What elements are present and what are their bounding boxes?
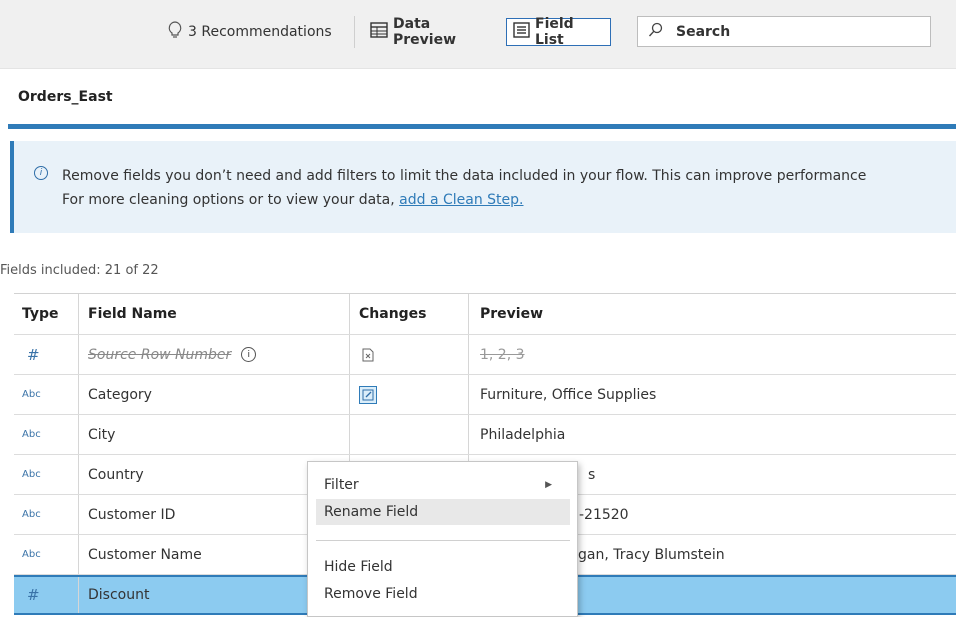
header-field-name[interactable]: Field Name bbox=[79, 294, 350, 334]
menu-item-filter[interactable]: Filter ▶ bbox=[316, 472, 570, 498]
field-list-label: Field List bbox=[535, 16, 574, 48]
field-list-button[interactable]: Field List bbox=[506, 16, 611, 48]
info-banner: i Remove fields you don’t need and add f… bbox=[10, 141, 956, 233]
search-icon bbox=[648, 22, 664, 42]
recommendations-label: 3 Recommendations bbox=[188, 24, 332, 40]
field-preview: 1, 2, 3 bbox=[480, 346, 525, 363]
field-name: Category bbox=[79, 375, 350, 414]
menu-item-rename-field[interactable]: Rename Field bbox=[316, 499, 570, 525]
info-text-line2: For more cleaning options or to view you… bbox=[62, 192, 523, 208]
table-row[interactable]: Abc City Philadelphia bbox=[14, 415, 956, 455]
number-type-icon: # bbox=[27, 586, 40, 604]
menu-item-hide-field[interactable]: Hide Field bbox=[316, 554, 570, 580]
field-name: Source Row Number bbox=[88, 346, 232, 363]
field-preview: gan, Tracy Blumstein bbox=[578, 546, 725, 563]
table-header-row: Type Field Name Changes Preview bbox=[14, 294, 956, 335]
lightbulb-icon bbox=[168, 21, 182, 43]
info-text-line1: Remove fields you don’t need and add fil… bbox=[62, 168, 867, 184]
data-preview-label: Data Preview bbox=[393, 16, 457, 48]
toolbar-divider bbox=[354, 16, 355, 48]
string-type-icon: Abc bbox=[22, 469, 41, 480]
header-preview[interactable]: Preview bbox=[469, 294, 956, 334]
string-type-icon: Abc bbox=[22, 549, 41, 560]
edit-change-icon[interactable] bbox=[359, 385, 377, 404]
field-preview: s bbox=[588, 466, 596, 483]
info-icon[interactable]: i bbox=[241, 347, 257, 362]
header-type[interactable]: Type bbox=[14, 294, 79, 334]
removed-change-icon[interactable] bbox=[359, 346, 377, 364]
string-type-icon: Abc bbox=[22, 429, 41, 440]
header-changes[interactable]: Changes bbox=[350, 294, 469, 334]
field-changes bbox=[350, 415, 469, 454]
menu-divider bbox=[316, 540, 570, 541]
add-clean-step-link[interactable]: add a Clean Step. bbox=[399, 192, 523, 208]
submenu-arrow-icon: ▶ bbox=[545, 480, 552, 490]
menu-item-label: Rename Field bbox=[324, 504, 419, 520]
menu-item-label: Hide Field bbox=[324, 559, 393, 575]
field-name: City bbox=[79, 415, 350, 454]
info-icon: i bbox=[34, 166, 48, 180]
step-title-bar: Orders_East bbox=[0, 68, 956, 125]
field-preview: Philadelphia bbox=[480, 426, 566, 443]
number-type-icon: # bbox=[27, 345, 40, 364]
field-preview: Furniture, Office Supplies bbox=[480, 386, 657, 403]
fields-included-count: Fields included: 21 of 22 bbox=[0, 263, 159, 278]
table-row[interactable]: # Source Row Number i 1, 2, 3 bbox=[14, 335, 956, 375]
table-row[interactable]: Abc Category Furniture, Office Supplies bbox=[14, 375, 956, 415]
menu-item-label: Filter bbox=[324, 477, 359, 493]
search-placeholder: Search bbox=[676, 23, 731, 40]
title-accent-line bbox=[8, 124, 956, 129]
string-type-icon: Abc bbox=[22, 509, 41, 520]
data-preview-button[interactable]: Data Preview bbox=[364, 16, 504, 48]
menu-item-label: Remove Field bbox=[324, 586, 418, 602]
string-type-icon: Abc bbox=[22, 389, 41, 400]
search-input[interactable]: Search bbox=[637, 16, 931, 47]
list-icon bbox=[513, 22, 530, 42]
context-menu: Filter ▶ Rename Field Hide Field Remove … bbox=[307, 461, 578, 617]
step-title: Orders_East bbox=[18, 89, 113, 105]
menu-item-remove-field[interactable]: Remove Field bbox=[316, 581, 570, 607]
info-text-prefix: For more cleaning options or to view you… bbox=[62, 192, 400, 208]
toolbar: 3 Recommendations Data Preview Field Lis… bbox=[0, 0, 956, 68]
table-icon bbox=[370, 22, 388, 42]
recommendations-button[interactable]: 3 Recommendations bbox=[168, 20, 332, 44]
field-preview: -21520 bbox=[579, 506, 629, 523]
